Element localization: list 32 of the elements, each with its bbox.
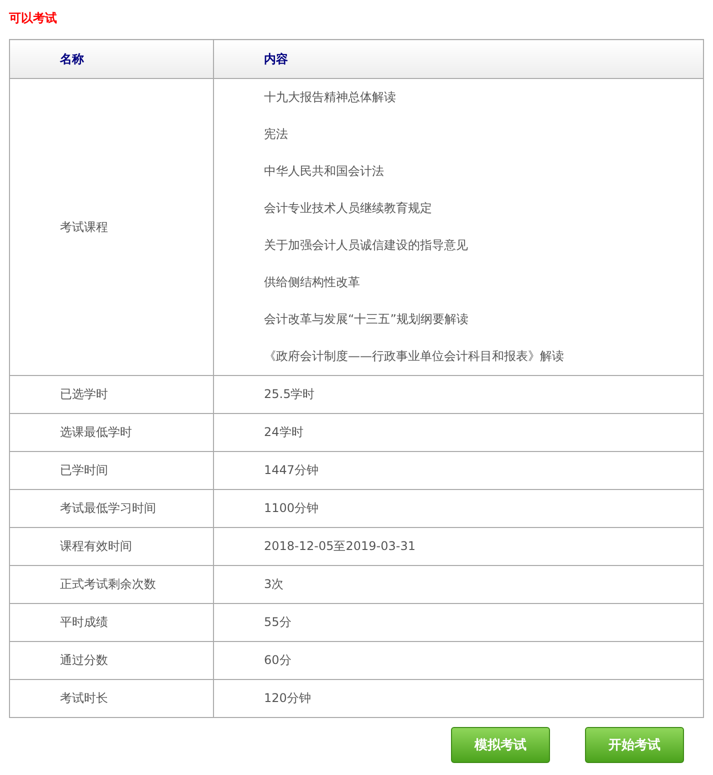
table-cell: 已学时间 xyxy=(10,452,214,490)
table-cell: 120分钟 xyxy=(214,680,704,718)
table-cell: 平时成绩 xyxy=(10,604,214,642)
table-cell: 1100分钟 xyxy=(214,490,704,528)
table-cell: 2018-12-05至2019-03-31 xyxy=(214,528,704,566)
table-cell: 通过分数 xyxy=(10,642,214,680)
course-name: 《政府会计制度——行政事业单位会计科目和报表》解读 xyxy=(264,348,565,365)
table-cell: 考试最低学习时间 xyxy=(10,490,214,528)
exam-button[interactable]: 模拟考试 xyxy=(451,727,550,763)
course-name: 会计改革与发展“十三五”规划纲要解读 xyxy=(264,311,470,328)
course-name: 宪法 xyxy=(264,126,289,143)
table-cell: 55分 xyxy=(214,604,704,642)
table-cell: 课程有效时间 xyxy=(10,528,214,566)
table-cell: 选课最低学时 xyxy=(10,414,214,452)
table-cell: 3次 xyxy=(214,566,704,604)
exam-status: 可以考试 xyxy=(9,10,58,27)
course-name: 中华人民共和国会计法 xyxy=(264,163,385,180)
table-cell: 已选学时 xyxy=(10,376,214,414)
table-cell: 24学时 xyxy=(214,414,704,452)
table-cell: 25.5学时 xyxy=(214,376,704,414)
table-cell: 60分 xyxy=(214,642,704,680)
course-name: 关于加强会计人员诚信建设的指导意见 xyxy=(264,237,469,254)
column-header: 内容 xyxy=(214,40,704,78)
table-cell: 考试时长 xyxy=(10,680,214,718)
column-header: 名称 xyxy=(10,40,214,78)
table-cell: 正式考试剩余次数 xyxy=(10,566,214,604)
course-name: 会计专业技术人员继续教育规定 xyxy=(264,200,433,217)
table-cell: 考试课程 xyxy=(10,78,214,376)
exam-button[interactable]: 开始考试 xyxy=(585,727,684,763)
table-cell: 1447分钟 xyxy=(214,452,704,490)
course-name: 供给侧结构性改革 xyxy=(264,274,361,291)
course-name: 十九大报告精神总体解读 xyxy=(264,89,397,106)
